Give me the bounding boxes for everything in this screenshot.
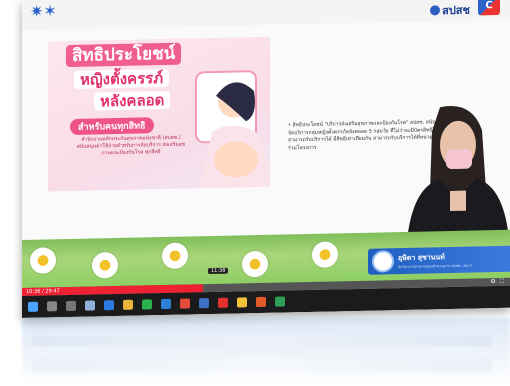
excel-icon[interactable] [275,296,285,307]
reflection-band [32,358,492,372]
app-icon[interactable] [85,300,95,311]
settings-icon[interactable]: ⚙ [490,278,495,286]
timestamp-chip: 11:38 [208,267,229,275]
reflection-band [32,336,492,346]
presenter-nameplate: อุษิดา สุชานนท์ นักวิชาการสาธารณสุขชำนาญ… [368,245,510,275]
media-icon[interactable] [256,296,266,308]
poster-subtitle: สำหรับคนทุกสิทธิ [70,117,154,135]
nhso-badge-icon [372,250,394,273]
nhso-logo: สปสช [430,1,470,20]
edge-icon[interactable] [161,298,171,310]
photos-icon[interactable] [199,298,209,309]
poster-body: สำนักงานหลักประกันสุขภาพแห่งชาติ (สปสช.)… [76,134,186,157]
nhso-mark-icon [430,5,441,16]
word-icon[interactable] [104,300,114,311]
poster-title: สิทธิประโยชน์ [66,42,182,68]
fullscreen-icon[interactable]: ⛶ [500,278,504,286]
task-view-icon[interactable] [66,300,76,312]
poster-image: สิทธิประโยชน์ หญิงตั้งครรภ์ หลังคลอด สำห… [48,36,270,192]
daisy-icon [312,241,338,268]
poster-line2: หญิงตั้งครรภ์ [74,68,170,89]
presenter-role: นักวิชาการสาธารณสุขชำนาญการ สปสช. เขต 5 [398,263,472,269]
elapsed-time: 10:36 / 29:47 [26,288,60,295]
notes-icon[interactable] [237,297,247,308]
windows-start-icon[interactable] [28,301,38,312]
pdf-icon[interactable] [218,297,228,308]
nhso-logo-text: สปสช [442,3,470,18]
top-bar: ✷✶ สปสช C [22,0,510,31]
corner-logo: ✷✶ [30,1,57,21]
pregnant-woman-illustration [195,70,270,189]
screen-reflection [22,318,510,386]
search-icon[interactable] [47,301,57,312]
chrome-icon[interactable] [180,298,190,309]
daisy-icon [92,251,118,279]
explorer-icon[interactable] [123,299,133,310]
line-icon[interactable] [142,299,152,310]
daisy-icon [30,247,56,274]
channel-badge: C [478,0,500,16]
daisy-icon [162,242,188,270]
video-screen: ✷✶ สปสช C สิทธิประโยชน์ หญิงตั้งครรภ์ หล… [22,0,510,318]
daisy-icon [242,250,268,278]
poster-line3: หลังคลอด [94,90,171,111]
